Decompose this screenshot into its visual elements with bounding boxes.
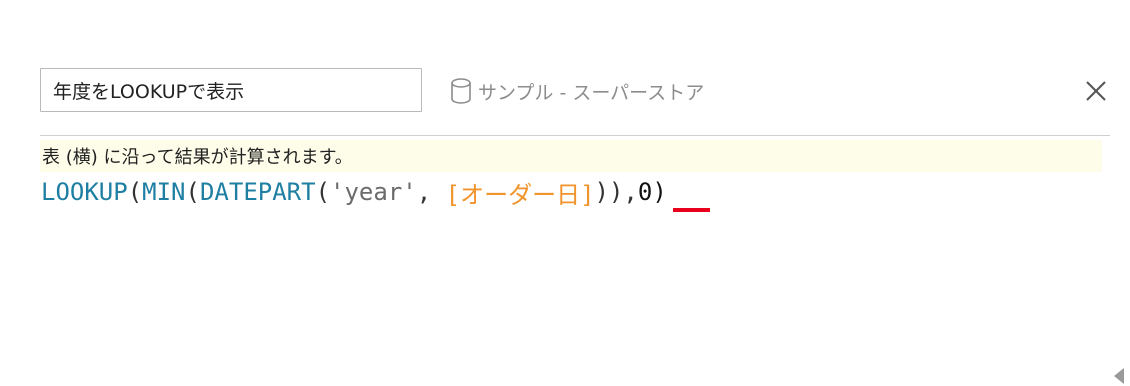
info-bar: 表 (横) に沿って結果が計算されます。 <box>40 140 1102 172</box>
formula-editor[interactable]: LOOKUP(MIN(DATEPART('year', [オーダー日])), 0) <box>41 172 667 212</box>
formula-comma: , <box>416 178 446 206</box>
resize-handle[interactable] <box>1114 368 1124 384</box>
close-button[interactable] <box>1083 78 1109 104</box>
header-divider <box>40 135 1110 136</box>
info-message: 表 (横) に沿って結果が計算されます。 <box>42 147 353 168</box>
formula-paren: ( <box>127 178 143 206</box>
formula-number-literal: 0 <box>637 178 653 206</box>
formula-closing-parens: )), <box>594 178 638 206</box>
formula-paren: ( <box>185 178 200 206</box>
error-underline <box>673 208 710 212</box>
formula-function-datepart: DATEPART <box>199 178 316 206</box>
formula-field-reference: [オーダー日] <box>445 180 595 209</box>
formula-function-min: MIN <box>142 178 186 206</box>
datasource-name: サンプル - スーパーストア <box>478 81 705 104</box>
formula-function-lookup: LOOKUP <box>41 178 128 206</box>
formula-closing-paren: ) <box>652 178 667 206</box>
calculation-name-input[interactable] <box>40 68 422 112</box>
formula-paren: ( <box>315 178 331 206</box>
formula-string-literal: 'year' <box>330 178 417 206</box>
database-icon <box>450 77 472 105</box>
datasource-label-group: サンプル - スーパーストア <box>450 76 704 106</box>
close-icon[interactable] <box>1083 78 1109 104</box>
